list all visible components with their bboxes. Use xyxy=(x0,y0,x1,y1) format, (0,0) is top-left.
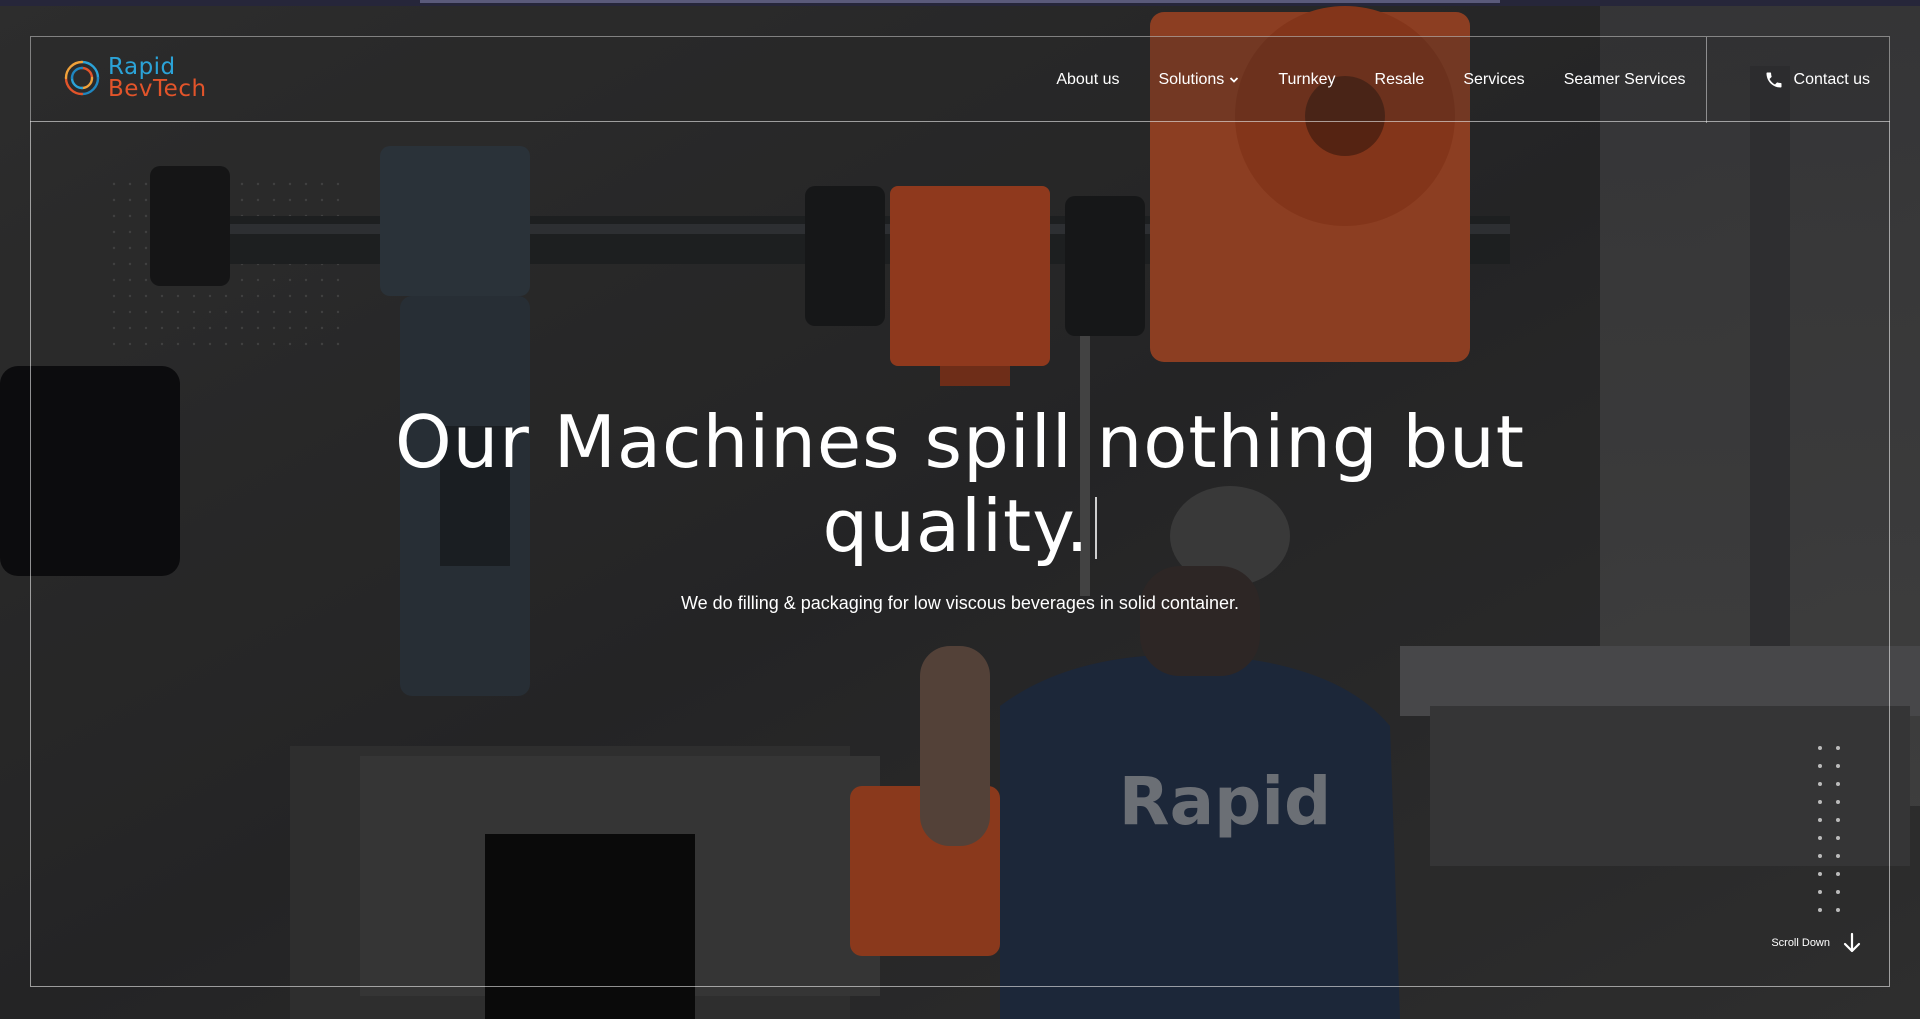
logo-text-rapid: Rapid xyxy=(108,54,176,80)
nav-services-label: Services xyxy=(1463,71,1525,88)
logo-text-bevtech: BevTech xyxy=(108,76,207,102)
brand-logo[interactable]: Rapid BevTech xyxy=(60,52,207,104)
nav-services[interactable]: Services xyxy=(1463,71,1524,89)
hero-title-line2: quality. xyxy=(822,484,1090,568)
nav-divider xyxy=(1705,37,1707,123)
nav-resale-label: Resale xyxy=(1374,71,1425,88)
nav-seamer-services-label: Seamer Services xyxy=(1563,71,1686,88)
logo-swirl-icon xyxy=(64,60,100,96)
nav-resale[interactable]: Resale xyxy=(1375,71,1425,89)
scroll-down-button[interactable]: Scroll Down xyxy=(1771,932,1862,954)
nav-solutions-label: Solutions xyxy=(1158,71,1225,88)
arrow-down-icon xyxy=(1843,932,1861,953)
phone-icon xyxy=(1766,72,1782,88)
nav-solutions[interactable]: Solutions xyxy=(1158,71,1239,89)
typing-caret xyxy=(1095,497,1098,559)
nav-seamer-services[interactable]: Seamer Services xyxy=(1564,71,1686,89)
chevron-down-icon xyxy=(1230,77,1239,83)
nav-turnkey[interactable]: Turnkey xyxy=(1278,71,1335,89)
nav-contact-us-label: Contact us xyxy=(1793,71,1870,88)
decorative-dots xyxy=(1818,746,1840,912)
main-nav: About us Solutions Turnkey Resale Servic… xyxy=(1056,37,1870,123)
nav-contact-us[interactable]: Contact us xyxy=(1764,70,1870,90)
nav-about-us[interactable]: About us xyxy=(1056,71,1119,89)
hero-title: Our Machines spill nothing but quality. xyxy=(0,400,1920,568)
nav-turnkey-label: Turnkey xyxy=(1278,71,1336,88)
hero-title-line1: Our Machines spill nothing but xyxy=(394,400,1526,484)
hero-subtitle: We do filling & packaging for low viscou… xyxy=(681,593,1239,613)
scroll-down-label: Scroll Down xyxy=(1771,937,1830,949)
nav-about-us-label: About us xyxy=(1056,71,1120,88)
